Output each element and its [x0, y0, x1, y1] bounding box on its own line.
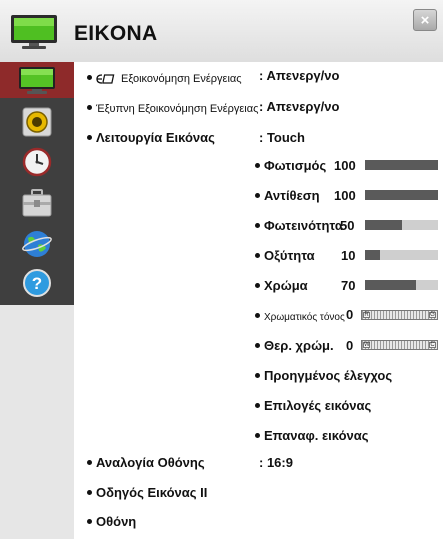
- picture-reset-label: Επαναφ. εικόνας: [264, 428, 369, 443]
- brightness-item[interactable]: Φωτεινότητα: [255, 218, 343, 233]
- contrast-slider[interactable]: [365, 190, 438, 200]
- contrast-slider-fill: [365, 190, 438, 200]
- picture-menu-window: EIKONA × ? Εξοικονόμηση Ενέργειας: Απεν…: [0, 0, 443, 539]
- bullet: [255, 253, 260, 259]
- picture-mode-item[interactable]: Λειτουργία Εικόνας: [87, 130, 215, 145]
- bullet: [255, 223, 260, 229]
- contrast-label: Αντίθεση: [264, 188, 320, 203]
- sharpness-label: Οξύτητα: [264, 248, 315, 263]
- color-temp-item[interactable]: Θερ. χρώμ.: [255, 338, 334, 353]
- window-title: EIKONA: [74, 22, 158, 45]
- backlight-slider-fill: [365, 160, 438, 170]
- tint-label: Χρωματικός τόνος: [264, 312, 345, 323]
- picture-wizard-label: Οδηγός Εικόνας ΙΙ: [96, 485, 208, 500]
- bullet: [87, 519, 92, 525]
- color-temp-label: Θερ. χρώμ.: [264, 338, 334, 353]
- energy-saving-value: : Απενεργ/νο: [259, 68, 340, 83]
- aspect-ratio-label: Αναλογία Οθόνης: [96, 455, 205, 470]
- picture-options-item[interactable]: Επιλογές εικόνας: [255, 398, 371, 413]
- aspect-ratio-value: : 16:9: [259, 455, 293, 470]
- color-value: 70: [341, 278, 356, 293]
- bullet: [87, 490, 92, 496]
- energy-saving-label: Εξοικονόμηση Ενέργειας: [121, 73, 242, 85]
- contrast-item[interactable]: Αντίθεση: [255, 188, 320, 203]
- tint-slider[interactable]: R G: [361, 310, 438, 320]
- color-temp-slider[interactable]: W C: [361, 340, 438, 350]
- picture-reset-item[interactable]: Επαναφ. εικόνας: [255, 428, 369, 443]
- bullet: [255, 343, 260, 349]
- close-button[interactable]: ×: [413, 9, 437, 31]
- smart-energy-label: Έξυπνη Εξοικονόμηση Ενέργειας: [96, 103, 259, 115]
- bullet: [87, 460, 92, 466]
- bullet: [255, 283, 260, 289]
- tint-left-cap: R: [363, 312, 370, 318]
- sidebar-item-picture[interactable]: [0, 62, 74, 98]
- color-item[interactable]: Χρώμα: [255, 278, 308, 293]
- bullet: [255, 313, 260, 319]
- sidebar-item-support[interactable]: ?: [0, 265, 74, 301]
- color-temp-right-cap: C: [429, 342, 436, 348]
- sidebar-item-sound[interactable]: [0, 104, 74, 140]
- tint-item[interactable]: Χρωματικός τόνος: [255, 308, 345, 323]
- sharpness-slider[interactable]: [365, 250, 438, 260]
- tint-right-cap: G: [429, 312, 436, 318]
- contrast-value: 100: [334, 188, 356, 203]
- bullet: [255, 163, 260, 169]
- advanced-control-item[interactable]: Προηγμένος έλεγχος: [255, 368, 392, 383]
- bullet: [87, 135, 92, 141]
- smart-energy-value: : Απενεργ/νο: [259, 99, 340, 114]
- sharpness-slider-fill: [365, 250, 380, 260]
- help-symbol: ?: [32, 274, 42, 293]
- bullet: [87, 105, 92, 111]
- picture-options-label: Επιλογές εικόνας: [264, 398, 372, 413]
- picture-mode-value: : Touch: [259, 130, 305, 145]
- color-slider-fill: [365, 280, 417, 290]
- backlight-slider[interactable]: [365, 160, 438, 170]
- speaker-icon: [22, 107, 52, 137]
- bullet: [255, 373, 260, 379]
- globe-icon: [22, 231, 52, 257]
- backlight-value: 100: [334, 158, 356, 173]
- window-header: EIKONA ×: [0, 0, 443, 62]
- sidebar-item-options[interactable]: [0, 185, 74, 221]
- color-label: Χρώμα: [264, 278, 308, 293]
- color-temp-left-cap: W: [363, 342, 370, 348]
- picture-mode-label: Λειτουργία Εικόνας: [96, 130, 215, 145]
- bullet: [87, 75, 92, 81]
- energy-saving-item[interactable]: Εξοικονόμηση Ενέργειας: [87, 70, 242, 85]
- toolbox-icon: [22, 189, 52, 217]
- brightness-slider[interactable]: [365, 220, 438, 230]
- sharpness-value: 10: [341, 248, 356, 263]
- clock-icon: [22, 147, 52, 177]
- help-icon: ?: [23, 269, 51, 297]
- sidebar-item-time[interactable]: [0, 144, 74, 180]
- tv-picture-icon: [19, 67, 55, 94]
- picture-wizard-item[interactable]: Οδηγός Εικόνας ΙΙ: [87, 485, 207, 500]
- bullet: [255, 193, 260, 199]
- sidebar: ?: [0, 62, 74, 305]
- backlight-item[interactable]: Φωτισμός: [255, 158, 326, 173]
- color-temp-value: 0: [346, 338, 354, 353]
- eco-icon: [96, 74, 115, 84]
- bullet: [255, 433, 260, 439]
- brightness-label: Φωτεινότητα: [264, 218, 343, 233]
- sharpness-item[interactable]: Οξύτητα: [255, 248, 315, 263]
- brightness-value: 50: [340, 218, 355, 233]
- backlight-label: Φωτισμός: [264, 158, 327, 173]
- screen-label: Οθόνη: [96, 514, 137, 529]
- brightness-slider-fill: [365, 220, 402, 230]
- tv-picture-icon: [11, 15, 57, 49]
- tint-value: 0: [346, 307, 354, 322]
- screen-item[interactable]: Οθόνη: [87, 514, 136, 529]
- color-slider[interactable]: [365, 280, 438, 290]
- aspect-ratio-item[interactable]: Αναλογία Οθόνης: [87, 455, 205, 470]
- smart-energy-item[interactable]: Έξυπνη Εξοικονόμηση Ενέργειας: [87, 100, 258, 115]
- sidebar-item-network[interactable]: [0, 226, 74, 262]
- advanced-control-label: Προηγμένος έλεγχος: [264, 368, 393, 383]
- bullet: [255, 403, 260, 409]
